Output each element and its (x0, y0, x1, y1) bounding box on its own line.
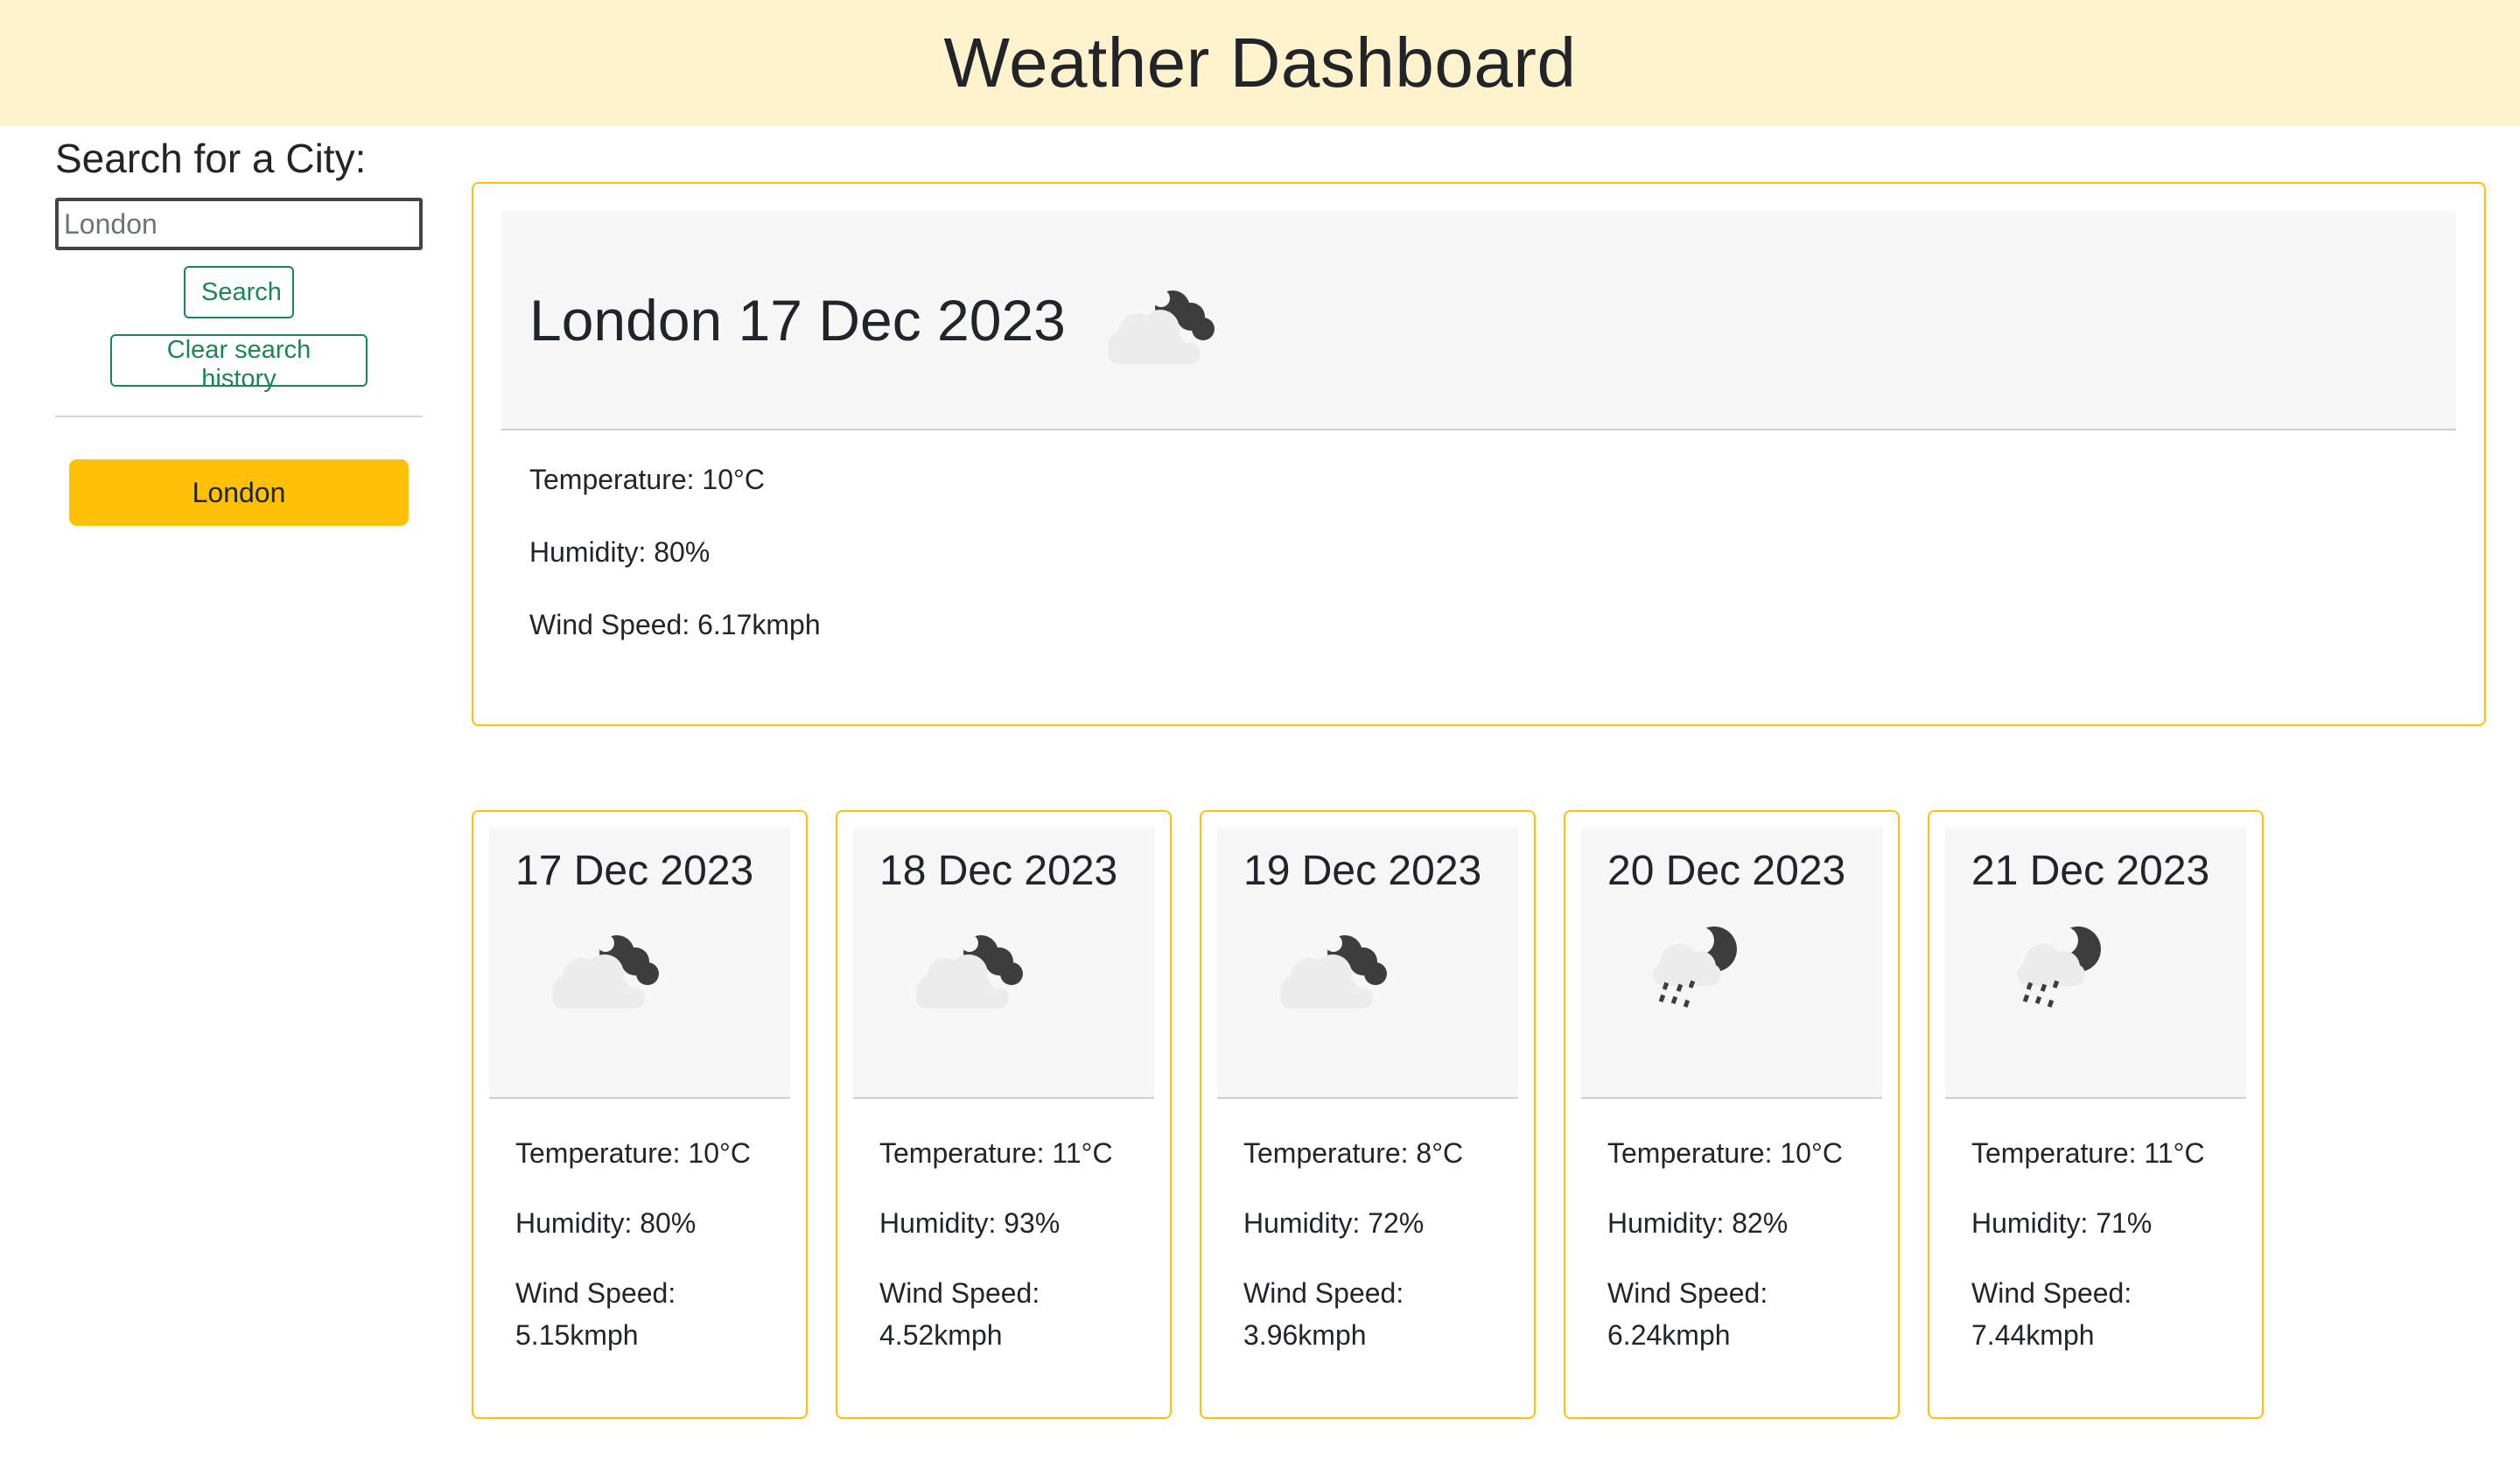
sidebar-divider (55, 416, 423, 417)
forecast-wind-speed: Wind Speed: 7.44kmph (1971, 1272, 2220, 1356)
forecast-card-details: Temperature: 10°C Humidity: 80% Wind Spe… (489, 1099, 790, 1417)
wind-value: 7.44kmph (1971, 1319, 2095, 1351)
wind-label: Wind Speed: (1607, 1277, 1768, 1309)
forecast-card-details: Temperature: 11°C Humidity: 71% Wind Spe… (1945, 1099, 2246, 1417)
forecast-card: 17 Dec 2023 Temperature: 10°C Humidity: … (472, 810, 808, 1419)
forecast-card-details: Temperature: 11°C Humidity: 93% Wind Spe… (853, 1099, 1154, 1417)
forecast-card: 20 Dec 2023 Temperature: 10°C Humidity: … (1564, 810, 1900, 1419)
top-banner: Weather Dashboard (0, 0, 2520, 126)
current-weather-card: London 17 Dec 2023 Temperature: 10°C Hum… (472, 182, 2486, 726)
current-date: 17 Dec 2023 (738, 288, 1066, 353)
forecast-card-details: Temperature: 8°C Humidity: 72% Wind Spee… (1217, 1099, 1518, 1417)
forecast-wind-speed: Wind Speed: 4.52kmph (879, 1272, 1128, 1356)
forecast-date: 18 Dec 2023 (879, 848, 1118, 894)
forecast-temperature: Temperature: 11°C (1971, 1137, 2205, 1169)
cloudy-night-icon (1092, 273, 1223, 374)
wind-value: 6.24kmph (1607, 1319, 1731, 1351)
cloudy-night-icon (900, 918, 1032, 1018)
current-weather-header: London 17 Dec 2023 (501, 212, 2456, 430)
page-title: Weather Dashboard (943, 24, 1577, 101)
forecast-card-header: 18 Dec 2023 (853, 828, 1154, 1099)
forecast-date: 20 Dec 2023 (1607, 848, 1846, 894)
forecast-wind-speed: Wind Speed: 5.15kmph (515, 1272, 764, 1356)
wind-label: Wind Speed: (515, 1277, 676, 1309)
clear-history-button[interactable]: Clear search history (110, 334, 368, 393)
forecast-card-header: 20 Dec 2023 (1581, 828, 1882, 1099)
forecast-date: 17 Dec 2023 (515, 848, 754, 894)
forecast-humidity: Humidity: 71% (1971, 1207, 2152, 1239)
wind-label: Wind Speed: (879, 1277, 1040, 1309)
forecast-humidity: Humidity: 93% (879, 1207, 1060, 1239)
forecast-wind-speed: Wind Speed: 3.96kmph (1243, 1272, 1492, 1356)
forecast-card-header: 17 Dec 2023 (489, 828, 790, 1099)
wind-value: 4.52kmph (879, 1319, 1003, 1351)
search-heading: Search for a City: (55, 136, 367, 181)
current-temperature: Temperature: 10°C (529, 464, 765, 495)
forecast-card-details: Temperature: 10°C Humidity: 82% Wind Spe… (1581, 1099, 1882, 1417)
forecast-wind-speed: Wind Speed: 6.24kmph (1607, 1272, 1856, 1356)
forecast-humidity: Humidity: 72% (1243, 1207, 1424, 1239)
history-city-button[interactable]: London (69, 459, 409, 526)
forecast-humidity: Humidity: 82% (1607, 1207, 1788, 1239)
forecast-date: 21 Dec 2023 (1971, 848, 2210, 894)
city-search-input[interactable] (55, 198, 423, 250)
forecast-card-header: 21 Dec 2023 (1945, 828, 2246, 1099)
rain-night-icon (1992, 918, 2124, 1018)
forecast-temperature: Temperature: 10°C (515, 1137, 751, 1169)
wind-label: Wind Speed: (1971, 1277, 2132, 1309)
cloudy-night-icon (536, 918, 668, 1018)
current-humidity: Humidity: 80% (529, 536, 710, 568)
forecast-date: 19 Dec 2023 (1243, 848, 1482, 894)
forecast-temperature: Temperature: 8°C (1243, 1137, 1464, 1169)
current-wind-speed: Wind Speed: 6.17kmph (529, 609, 821, 640)
cloudy-night-icon (1264, 918, 1396, 1018)
search-button[interactable]: Search (184, 266, 294, 318)
five-day-forecast: 17 Dec 2023 Temperature: 10°C Humidity: … (472, 810, 2264, 1419)
forecast-humidity: Humidity: 80% (515, 1207, 696, 1239)
forecast-card: 21 Dec 2023 Temperature: 11°C Humidity: … (1928, 810, 2264, 1419)
forecast-temperature: Temperature: 11°C (879, 1137, 1113, 1169)
forecast-card-header: 19 Dec 2023 (1217, 828, 1518, 1099)
rain-night-icon (1628, 918, 1760, 1018)
wind-value: 3.96kmph (1243, 1319, 1367, 1351)
search-sidebar: Search for a City: Search Clear search h… (55, 131, 423, 526)
current-weather-title: London 17 Dec 2023 (529, 287, 1066, 353)
current-weather-details: Temperature: 10°C Humidity: 80% Wind Spe… (501, 430, 2456, 715)
wind-value: 5.15kmph (515, 1319, 639, 1351)
forecast-card: 19 Dec 2023 Temperature: 8°C Humidity: 7… (1200, 810, 1536, 1419)
forecast-temperature: Temperature: 10°C (1607, 1137, 1843, 1169)
forecast-card: 18 Dec 2023 Temperature: 11°C Humidity: … (836, 810, 1172, 1419)
current-city: London (529, 288, 723, 353)
wind-label: Wind Speed: (1243, 1277, 1404, 1309)
